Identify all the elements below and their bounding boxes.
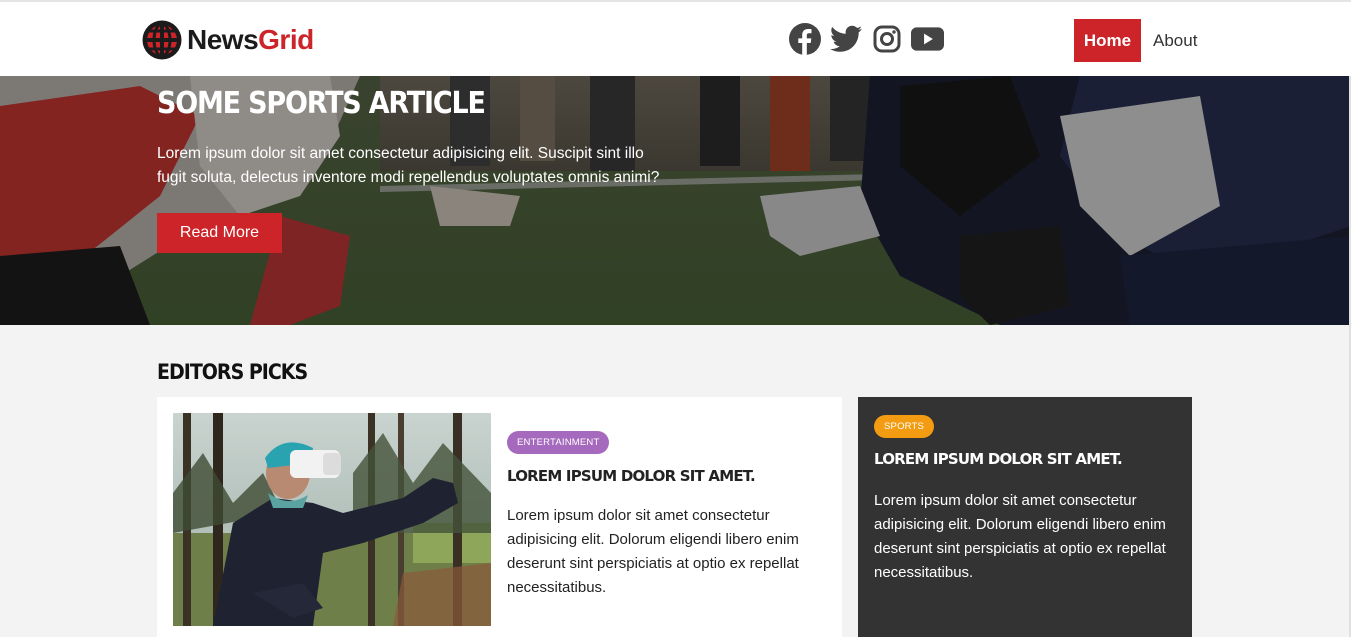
hero-banner: SOME SPORTS ARTICLE Lorem ipsum dolor si… [0,76,1351,325]
category-badge-entertainment[interactable]: ENTERTAINMENT [507,431,610,454]
read-more-button[interactable]: Read More [157,213,282,253]
hero-description: Lorem ipsum dolor sit amet consectetur a… [157,145,660,186]
sports-pick-title[interactable]: LOREM IPSUM DOLOR SIT AMET. [874,450,1179,468]
social-links [788,22,944,56]
brand-logo[interactable]: NewsGrid [141,18,314,62]
sports-pick-body: SPORTS LOREM IPSUM DOLOR SIT AMET. Lorem… [874,415,1179,585]
brand-name: NewsGrid [187,24,314,55]
editors-picks-heading: EDITORS PICKS [157,360,308,385]
main-nav: Home About [1074,19,1197,62]
editors-pick-excerpt: Lorem ipsum dolor sit amet consectetur a… [507,507,799,596]
sports-pick-excerpt: Lorem ipsum dolor sit amet consectetur a… [874,492,1166,581]
youtube-icon[interactable] [911,22,944,56]
vr-article-image [173,413,491,626]
top-navbar: NewsGrid Home About [0,0,1351,76]
globe-logo-icon [142,20,182,60]
nav-home-link[interactable]: Home [1074,19,1141,62]
category-badge-sports[interactable]: SPORTS [874,415,935,438]
editors-pick-body: ENTERTAINMENT LOREM IPSUM DOLOR SIT AMET… [507,431,827,600]
hero-title: SOME SPORTS ARTICLE [157,86,486,121]
nav-about-link[interactable]: About [1153,19,1197,62]
editors-pick-card[interactable]: ENTERTAINMENT LOREM IPSUM DOLOR SIT AMET… [157,397,842,637]
editors-pick-title[interactable]: LOREM IPSUM DOLOR SIT AMET. [507,467,827,485]
facebook-icon[interactable] [788,22,821,56]
sports-pick-card[interactable]: SPORTS LOREM IPSUM DOLOR SIT AMET. Lorem… [858,397,1192,637]
instagram-icon[interactable] [870,22,903,56]
twitter-icon[interactable] [829,22,862,56]
